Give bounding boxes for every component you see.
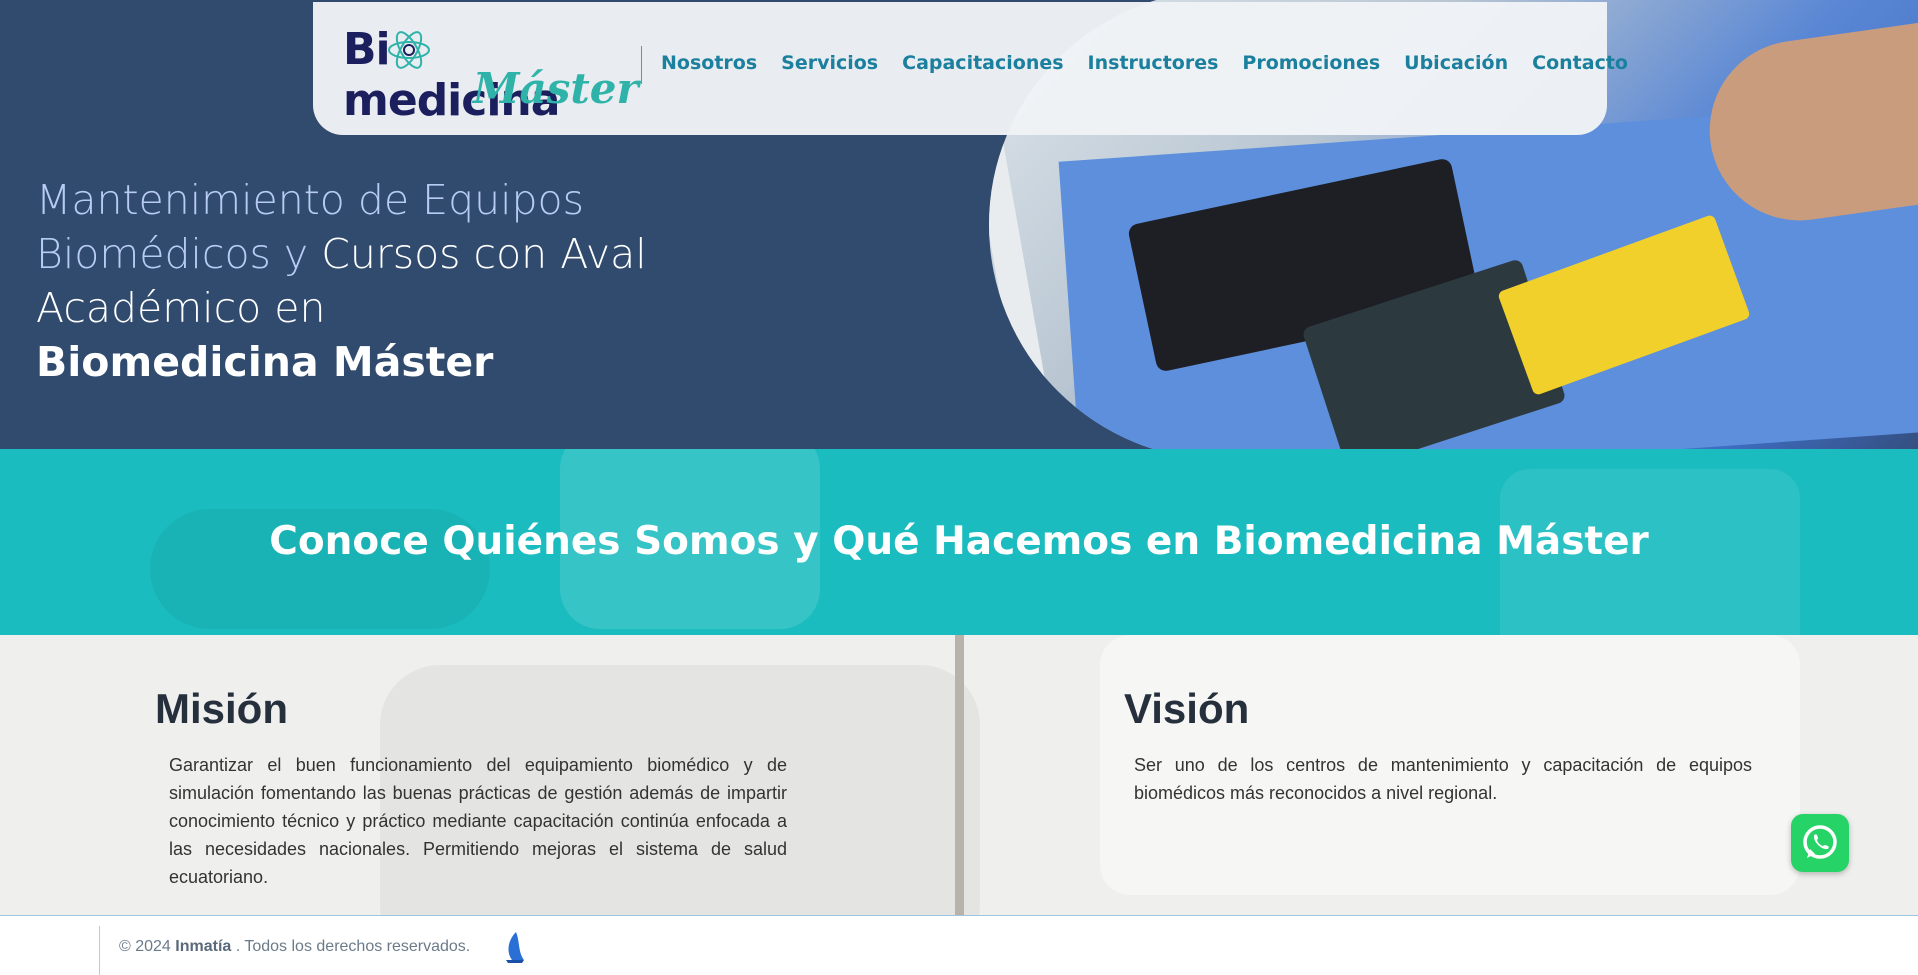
vision-heading: Visión	[1124, 685, 1250, 732]
nav-link-servicios[interactable]: Servicios	[781, 52, 878, 74]
nav-link-instructores[interactable]: Instructores	[1088, 52, 1219, 74]
mission-column: Misión Garantizar el buen funcionamiento…	[155, 685, 787, 891]
logo-sub-text: Máster	[473, 64, 639, 113]
mission-heading: Misión	[155, 685, 288, 732]
mission-vision-section: Misión Garantizar el buen funcionamiento…	[0, 635, 1918, 915]
site-logo[interactable]: Bi medicina Máster	[343, 24, 639, 126]
page-footer: © 2024 Inmatía . Todos los derechos rese…	[0, 915, 1918, 975]
footer-company-link[interactable]: Inmatía	[175, 938, 231, 955]
footer-copyright: © 2024 Inmatía . Todos los derechos rese…	[119, 938, 470, 956]
nav-separator	[641, 46, 642, 84]
nav-link-contacto[interactable]: Contacto	[1532, 52, 1628, 74]
inmatia-logo-icon[interactable]	[502, 930, 526, 964]
about-section: Conoce Quiénes Somos y Qué Hacemos en Bi…	[0, 449, 1918, 635]
atom-icon	[388, 31, 430, 69]
hero-title-bold: Biomedicina Máster	[36, 338, 494, 386]
vision-column: Visión Ser uno de los centros de manteni…	[1124, 685, 1752, 807]
whatsapp-icon	[1803, 825, 1837, 859]
about-title: Conoce Quiénes Somos y Qué Hacemos en Bi…	[269, 519, 1649, 564]
mission-text: Garantizar el buen funcionamiento del eq…	[169, 755, 787, 887]
column-divider	[955, 635, 964, 915]
nav-links: Nosotros Servicios Capacitaciones Instru…	[661, 52, 1652, 74]
nav-link-ubicacion[interactable]: Ubicación	[1404, 52, 1508, 74]
hero-title: Mantenimiento de Equipos Biomédicos y Cu…	[36, 173, 656, 389]
vision-text: Ser uno de los centros de mantenimiento …	[1134, 755, 1752, 803]
whatsapp-button[interactable]	[1791, 814, 1849, 872]
copyright-suffix: . Todos los derechos reservados.	[235, 938, 471, 955]
copyright-prefix: © 2024	[119, 938, 171, 955]
nav-link-nosotros[interactable]: Nosotros	[661, 52, 757, 74]
top-navigation: Bi medicina Máster Nosotros Servicios Ca…	[313, 2, 1628, 135]
nav-link-promociones[interactable]: Promociones	[1242, 52, 1380, 74]
footer-divider	[99, 926, 100, 975]
nav-link-capacitaciones[interactable]: Capacitaciones	[902, 52, 1063, 74]
